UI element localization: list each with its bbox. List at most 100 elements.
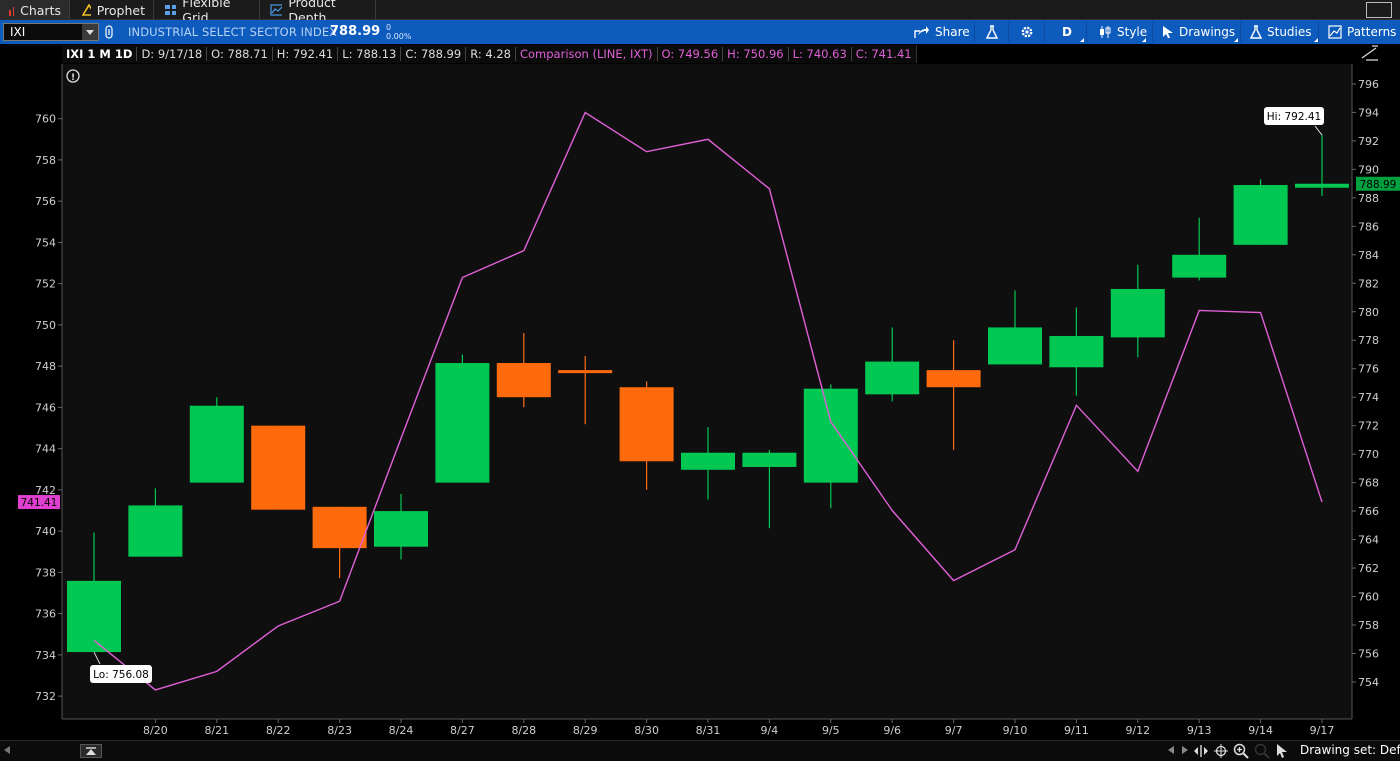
info-cmp-close: C: 741.41 [855,47,912,61]
x-tick-label: 9/12 [1125,724,1150,737]
info-date: D: 9/17/18 [137,47,208,61]
hi-label: Hi: 792.41 [1267,111,1321,123]
right-tick-label: 772 [1358,420,1379,433]
depth-chart-icon [270,4,283,16]
info-cmp-low: L: 740.63 [789,47,852,61]
scroll-reset-button[interactable] [80,744,102,758]
flask-button[interactable] [986,20,998,44]
right-tick-label: 774 [1358,391,1379,404]
info-cmp-high: H: 750.96 [723,47,789,61]
patterns-label: Patterns [1347,25,1397,39]
candle-body [189,405,244,483]
style-button[interactable]: Style [1098,20,1147,44]
tab-product-depth[interactable]: Product Depth [262,0,376,25]
candle-body [1110,288,1165,338]
tab-charts[interactable]: Charts [0,0,70,20]
x-tick-label: 9/6 [883,724,901,737]
period-button[interactable]: D [1062,20,1084,44]
candle-body [865,361,920,395]
comparison-price-tag: 741.41 [21,497,58,509]
tab-label: Charts [20,2,61,18]
symbol-text: IXI [10,25,26,39]
info-high: H: 792.41 [273,47,339,61]
cursor-icon[interactable] [1276,743,1288,759]
tab-flexible-grid[interactable]: Flexible Grid [156,0,260,25]
candle-body [251,425,306,510]
info-comparison: Comparison (LINE, IXT) [516,47,658,61]
left-tick-label: 748 [35,360,56,373]
left-tick-label: 758 [35,154,56,167]
left-tick-label: 738 [35,566,56,579]
right-tick-label: 786 [1358,220,1379,233]
prophet-triangle-icon [82,4,91,16]
right-tick-label: 782 [1358,277,1379,290]
pan-icon[interactable] [1194,744,1208,758]
candle-body [619,387,674,462]
gear-icon [1021,26,1033,38]
crosshair-icon[interactable] [1214,744,1228,758]
divider [1008,22,1009,42]
candle-body [435,363,490,483]
tab-prophet[interactable]: Prophet [74,0,154,20]
right-tick-label: 794 [1358,106,1379,119]
zoom-in-icon[interactable] [1233,743,1249,759]
candle-body [1172,254,1227,278]
left-tick-label: 760 [35,113,56,126]
dropdown-corner-icon [1142,38,1146,42]
drawings-button[interactable]: Drawings [1162,20,1238,44]
window-maximize-button[interactable] [1366,2,1392,18]
right-tick-label: 756 [1358,647,1379,660]
left-tick-label: 744 [35,443,56,456]
left-tick-label: 736 [35,608,56,621]
x-tick-label: 8/21 [204,724,229,737]
alert-icon-mark: ! [71,73,75,83]
style-label: Style [1117,25,1148,39]
ohlc-info-bar: IXI 1 M 1D D: 9/17/18 O: 788.71 H: 792.4… [62,45,917,63]
right-tick-label: 788 [1358,192,1379,205]
info-open: O: 788.71 [207,47,273,61]
plot-background [62,64,1352,719]
chevron-down-icon [86,29,94,35]
symbol-input[interactable]: IXI [3,23,99,41]
link-icon[interactable] [104,25,114,39]
right-tick-label: 762 [1358,562,1379,575]
scroll-left-small-icon[interactable] [1168,746,1174,754]
info-low: L: 788.13 [338,47,402,61]
info-range: R: 4.28 [466,47,516,61]
patterns-button[interactable]: Patterns [1328,20,1396,44]
instrument-description: INDUSTRIAL SELECT SECTOR INDEX [128,25,338,39]
zoom-out-icon[interactable] [1254,743,1270,759]
x-tick-label: 9/17 [1310,724,1335,737]
candle-body [1295,183,1349,188]
lo-label: Lo: 756.08 [93,669,149,681]
scroll-right-small-icon[interactable] [1182,746,1188,754]
candle-body [1049,335,1104,368]
right-tick-label: 780 [1358,306,1379,319]
share-button[interactable]: Share [914,20,970,44]
settings-button[interactable] [1020,20,1034,44]
studies-button[interactable]: Studies [1250,20,1318,44]
price-change: 0 0.00% [386,23,411,41]
chart-area[interactable]: 732 734 736 738 740 742 744 746 748 750 752 754 756 7… [0,44,1400,740]
candle-body [67,580,121,653]
price-chart[interactable]: 732 734 736 738 740 742 744 746 748 750 752 754 756 7… [0,44,1400,740]
x-tick-label: 9/13 [1187,724,1212,737]
candle-body [374,511,428,547]
x-tick-label: 9/5 [822,724,840,737]
candle-body [988,327,1042,365]
candle-body [803,388,858,483]
divider [1240,22,1241,42]
candle-body [681,452,735,470]
left-tick-label: 756 [35,195,56,208]
reset-arrow-icon [86,746,96,755]
right-tick-label: 776 [1358,363,1379,376]
left-tick-label: 740 [35,525,56,538]
left-tick-label: 752 [35,278,56,291]
share-label: Share [935,25,970,39]
right-tick-label: 766 [1358,505,1379,518]
symbol-dropdown-button[interactable] [82,24,98,40]
x-tick-label: 8/24 [389,724,414,737]
drawing-set-label[interactable]: Drawing set: Default [1300,743,1400,757]
scroll-left-icon[interactable] [4,746,10,754]
x-tick-label: 9/14 [1248,724,1273,737]
